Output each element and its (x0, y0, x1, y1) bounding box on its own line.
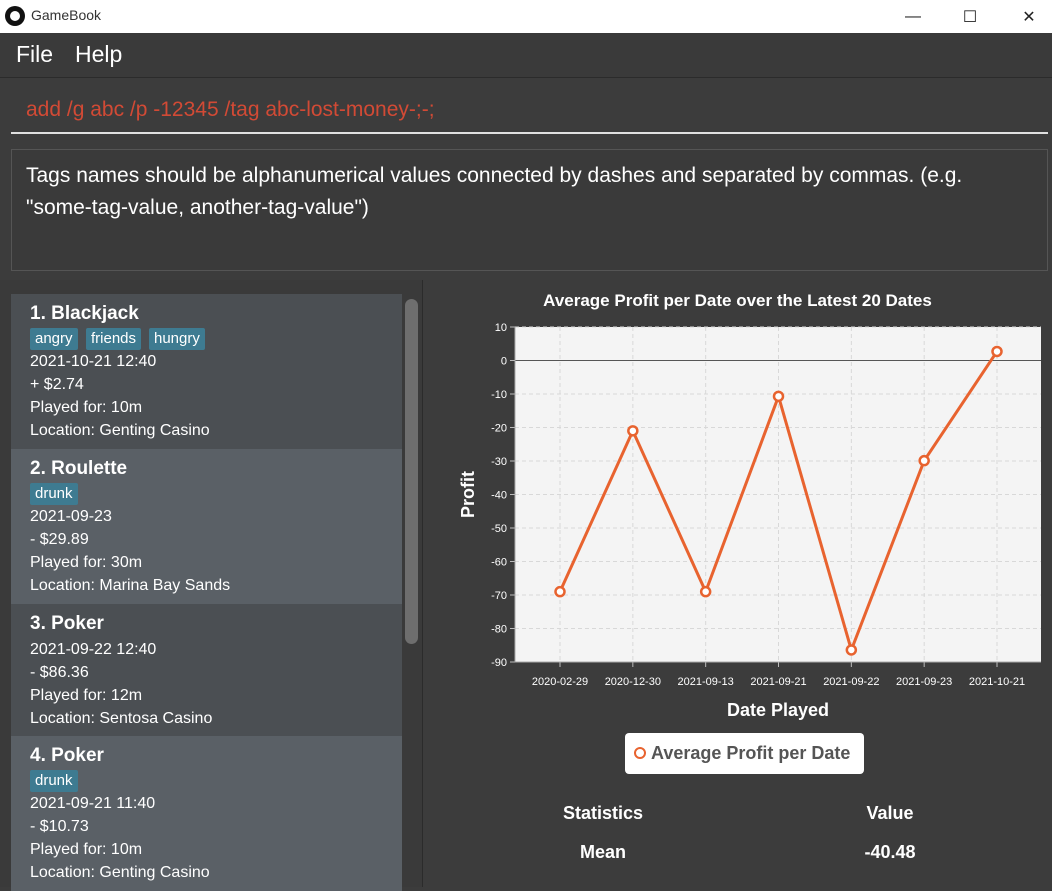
y-tick-label: 0 (501, 356, 507, 368)
x-tick-label: 2020-12-30 (605, 676, 661, 688)
data-point (699, 585, 712, 598)
x-tick-label: 2021-09-22 (823, 676, 879, 688)
tag-badge: friends (86, 328, 142, 350)
legend-marker-icon (634, 747, 646, 759)
y-tick-label: 10 (495, 322, 507, 334)
game-profit: - $29.89 (30, 531, 89, 548)
y-tick-label: -60 (491, 557, 507, 569)
command-input[interactable]: add /g abc /p -12345 /tag abc-lost-money… (11, 84, 1048, 134)
minimize-button[interactable]: — (890, 0, 936, 33)
x-tick-label: 2020-02-29 (532, 676, 588, 688)
game-profit: - $10.73 (30, 818, 89, 835)
menu-file[interactable]: File (16, 41, 53, 68)
game-profit: + $2.74 (30, 376, 84, 393)
game-list-panel: 1. Blackjack angry friends hungry 2021-1… (0, 280, 423, 891)
game-card-4[interactable]: 4. Poker drunk 2021-09-21 11:40 - $10.73… (11, 736, 402, 891)
stats-label-mean: Mean (579, 842, 626, 862)
stats-header-value: Value (866, 803, 914, 823)
data-point (845, 644, 858, 656)
result-message: Tags names should be alphanumerical valu… (26, 164, 963, 219)
x-tick-label: 2021-09-23 (896, 676, 952, 688)
legend-label: Average Profit per Date (651, 743, 851, 763)
command-text: add /g abc /p -12345 /tag abc-lost-money… (26, 98, 435, 121)
y-tick-label: -50 (491, 523, 507, 535)
window-title: GameBook (31, 7, 102, 23)
y-tick-label: -10 (491, 389, 507, 401)
y-tick-label: -90 (491, 657, 507, 669)
game-location: Location: Genting Casino (30, 864, 210, 881)
data-point (772, 390, 785, 403)
game-datetime: 2021-09-22 12:40 (30, 641, 157, 658)
y-tick-label: -30 (491, 456, 507, 468)
close-button[interactable]: ✕ (1006, 0, 1052, 33)
game-duration: Played for: 12m (30, 687, 143, 704)
statistics-panel: Average Profit per Date over the Latest … (423, 280, 1052, 887)
game-title: 3. Poker (30, 613, 104, 634)
tag-badge: drunk (30, 770, 78, 792)
game-card-3[interactable]: 3. Poker 2021-09-22 12:40 - $86.36 Playe… (11, 604, 402, 736)
game-location: Location: Genting Casino (30, 422, 210, 439)
game-title: 1. Blackjack (30, 303, 139, 324)
chart-legend: Average Profit per Date (625, 733, 864, 774)
title-bar: GameBook — ☐ ✕ (0, 0, 1052, 33)
game-profit: - $86.36 (30, 664, 89, 681)
x-tick-label: 2021-09-21 (750, 676, 806, 688)
game-duration: Played for: 10m (30, 841, 143, 858)
y-tick-label: -80 (491, 624, 507, 636)
list-scrollbar[interactable] (405, 299, 418, 644)
app-logo-icon (5, 6, 25, 26)
menu-bar: File Help (0, 33, 1052, 78)
y-tick-label: -70 (491, 590, 507, 602)
game-card-2[interactable]: 2. Roulette drunk 2021-09-23 - $29.89 Pl… (11, 449, 402, 604)
game-duration: Played for: 10m (30, 399, 143, 416)
tag-badge: angry (30, 328, 78, 350)
game-location: Location: Marina Bay Sands (30, 577, 231, 594)
game-datetime: 2021-09-23 (30, 508, 112, 525)
y-axis-label: Profit (458, 471, 478, 518)
data-point (554, 585, 566, 598)
tag-badge: hungry (149, 328, 205, 350)
x-tick-label: 2021-09-13 (678, 676, 734, 688)
stats-header-statistics: Statistics (562, 803, 644, 823)
game-title: 2. Roulette (30, 458, 128, 479)
y-tick-label: -20 (491, 423, 507, 435)
y-tick-label: -40 (491, 490, 507, 502)
game-datetime: 2021-10-21 12:40 (30, 353, 157, 370)
game-datetime: 2021-09-21 11:40 (30, 795, 156, 812)
game-location: Location: Sentosa Casino (30, 710, 213, 727)
game-duration: Played for: 30m (30, 554, 143, 571)
stats-value-mean: -40.48 (864, 842, 916, 862)
data-point (991, 345, 1003, 358)
data-point (627, 425, 639, 437)
tag-badge: drunk (30, 483, 78, 505)
data-point (918, 454, 930, 467)
game-title: 4. Poker (30, 745, 104, 766)
x-tick-label: 2021-10-21 (969, 676, 1025, 688)
result-display: Tags names should be alphanumerical valu… (11, 149, 1048, 271)
profit-line-chart: 10 0 -10 -20 -30 -40 -50 -60 -70 -80 -90 2020-02-29… (458, 322, 1041, 720)
x-axis-label: Date Played (727, 700, 829, 720)
menu-help[interactable]: Help (75, 41, 122, 68)
maximize-button[interactable]: ☐ (947, 0, 993, 33)
game-card-1[interactable]: 1. Blackjack angry friends hungry 2021-1… (11, 294, 402, 449)
